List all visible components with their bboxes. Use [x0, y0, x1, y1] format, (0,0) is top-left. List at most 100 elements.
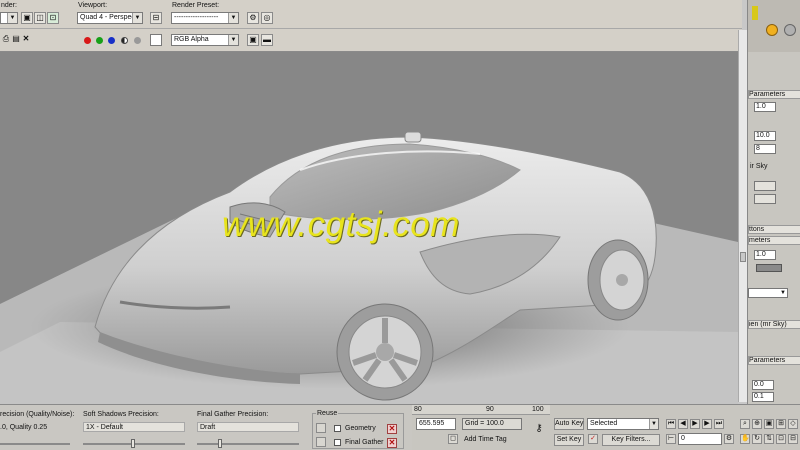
- multiplier-spinner[interactable]: 1.0: [754, 102, 776, 112]
- selected-value: Selected: [590, 420, 618, 427]
- parameters-rollout[interactable]: Parameters: [748, 356, 800, 365]
- mr-sky-rollout[interactable]: ien (mr Sky): [748, 320, 800, 329]
- time-ruler[interactable]: 80 90 100: [412, 405, 550, 415]
- blue-channel-icon[interactable]: [108, 37, 115, 44]
- red-channel-icon[interactable]: [84, 37, 91, 44]
- key-filters-button[interactable]: Key Filters...: [602, 434, 660, 446]
- spinner-field[interactable]: 0.1: [752, 392, 774, 402]
- clear-final-gather-cache-icon[interactable]: ✕: [387, 438, 397, 448]
- clear-icon[interactable]: ✕: [20, 34, 32, 46]
- auto-key-button[interactable]: Auto Key: [554, 418, 584, 430]
- geometry-checkbox[interactable]: [334, 425, 341, 432]
- command-panel: Parameters 1.0 10.0 8 ir Sky ttons meter…: [747, 0, 800, 404]
- channel-display-icon[interactable]: ▬: [261, 34, 273, 46]
- final-gather-value: Draft: [200, 424, 216, 431]
- monochrome-icon[interactable]: [134, 37, 141, 44]
- time-config-icon[interactable]: ⚙: [724, 434, 734, 444]
- toolbar-divider: [0, 28, 742, 29]
- spinner-field[interactable]: 0.0: [752, 380, 774, 390]
- color-swatch[interactable]: [150, 34, 162, 46]
- current-frame-field[interactable]: 0: [678, 433, 722, 445]
- channel-value: RGB Alpha: [174, 36, 209, 43]
- lock-region-icon[interactable]: ⊡: [47, 12, 59, 24]
- chevron-down-icon: ▼: [7, 13, 17, 23]
- pan-icon[interactable]: ✋: [740, 434, 750, 444]
- go-to-end-icon[interactable]: ⏭: [714, 419, 724, 429]
- zoom-extents-icon[interactable]: ▣: [764, 419, 774, 429]
- dropdown-field[interactable]: ▼: [748, 288, 788, 298]
- scrollbar-thumb[interactable]: [740, 252, 746, 262]
- sky-label: ir Sky: [750, 163, 768, 170]
- soft-shadows-label: Soft Shadows Precision:: [83, 411, 159, 418]
- edit-region-icon[interactable]: ▣: [21, 12, 33, 24]
- spinner-field[interactable]: 8: [754, 144, 776, 154]
- lock-viewport-icon[interactable]: ⊟: [150, 12, 162, 24]
- ruler-tick: 90: [486, 406, 494, 413]
- z-coordinate-field[interactable]: 655.595: [416, 418, 456, 430]
- selected-dropdown[interactable]: Selected ▼: [587, 418, 659, 430]
- next-frame-icon[interactable]: ▶: [702, 419, 712, 429]
- field-of-view-icon[interactable]: ◇: [788, 419, 798, 429]
- buttons-rollout[interactable]: ttons: [748, 225, 800, 234]
- timeline-bar: 80 90 100 655.595 Grid = 100.0 ◻ Add Tim…: [412, 404, 800, 450]
- lock-icon[interactable]: [316, 423, 326, 433]
- rendered-image-viewport: www.cgtsj.com: [0, 52, 738, 404]
- render-preset-dropdown[interactable]: ------------------- ▼: [171, 12, 239, 24]
- channel-dropdown[interactable]: RGB Alpha ▼: [171, 34, 239, 46]
- ruler-tick: 100: [532, 406, 544, 413]
- set-key-button[interactable]: Set Key: [554, 434, 584, 446]
- environment-icon[interactable]: ◎: [261, 12, 273, 24]
- area-to-render-label: nder:: [1, 2, 17, 9]
- maximize-viewport-icon[interactable]: ⊡: [776, 434, 786, 444]
- chevron-down-icon: ▼: [228, 13, 238, 23]
- watermark-text: www.cgtsj.com: [222, 205, 460, 244]
- geometry-label: Geometry: [345, 425, 376, 432]
- set-key-icon[interactable]: ✓: [588, 434, 598, 444]
- grid-display: Grid = 100.0: [462, 418, 522, 430]
- image-precision-slider[interactable]: [0, 443, 70, 445]
- clear-geometry-cache-icon[interactable]: ✕: [387, 424, 397, 434]
- previous-frame-icon[interactable]: ◀: [678, 419, 688, 429]
- soft-shadows-slider-thumb[interactable]: [131, 439, 135, 448]
- disabled-spinner: [754, 194, 776, 204]
- go-to-start-icon[interactable]: ⏮: [666, 419, 676, 429]
- auto-region-icon[interactable]: ◫: [34, 12, 46, 24]
- spinner-field[interactable]: 1.0: [754, 250, 776, 260]
- final-gather-checkbox[interactable]: [334, 439, 341, 446]
- time-tag-icon[interactable]: ◻: [448, 434, 458, 444]
- key-icon[interactable]: ⚷: [530, 424, 548, 435]
- chevron-down-icon: ▼: [132, 13, 142, 23]
- region-zoom-icon[interactable]: ⊟: [788, 434, 798, 444]
- final-gather-slider-thumb[interactable]: [218, 439, 222, 448]
- highlight-bar: [752, 6, 758, 20]
- viewport-value: Quad 4 - Perspec: [80, 14, 135, 21]
- zoom-icon[interactable]: ⌕: [740, 419, 750, 429]
- final-gather-label: Final Gather Precision:: [197, 411, 269, 418]
- parameters-rollout[interactable]: Parameters: [748, 90, 800, 99]
- parameters-rollout[interactable]: meters: [748, 236, 800, 245]
- alpha-channel-icon[interactable]: [121, 37, 128, 44]
- lock-icon[interactable]: [316, 437, 326, 447]
- green-channel-icon[interactable]: [96, 37, 103, 44]
- render-preset-value: -------------------: [174, 14, 219, 21]
- orbit-icon[interactable]: ↻: [752, 434, 762, 444]
- color-swatch[interactable]: [756, 264, 782, 272]
- walk-through-icon[interactable]: ⇅: [764, 434, 774, 444]
- add-time-tag-button[interactable]: Add Time Tag: [464, 436, 507, 443]
- render-setup-icon[interactable]: ⚙: [247, 12, 259, 24]
- area-to-render-dropdown[interactable]: ▼: [0, 12, 18, 24]
- key-mode-icon[interactable]: ⊢: [666, 434, 676, 444]
- zoom-extents-all-icon[interactable]: ⊞: [776, 419, 786, 429]
- viewport-dropdown[interactable]: Quad 4 - Perspec ▼: [77, 12, 143, 24]
- sun-light-icon[interactable]: [766, 24, 778, 36]
- vertical-scrollbar[interactable]: [738, 30, 747, 402]
- final-gather-slider[interactable]: [197, 443, 299, 445]
- command-panel-toolbar: [748, 0, 800, 52]
- zoom-all-icon[interactable]: ⊕: [752, 419, 762, 429]
- play-icon[interactable]: ▶: [690, 419, 700, 429]
- image-precision-label: recision (Quality/Noise):: [0, 411, 75, 418]
- image-precision-value: .0, Quality 0.25: [0, 424, 48, 431]
- spinner-field[interactable]: 10.0: [754, 131, 776, 141]
- sphere-icon[interactable]: [784, 24, 796, 36]
- display-toggle-icon[interactable]: ▣: [247, 34, 259, 46]
